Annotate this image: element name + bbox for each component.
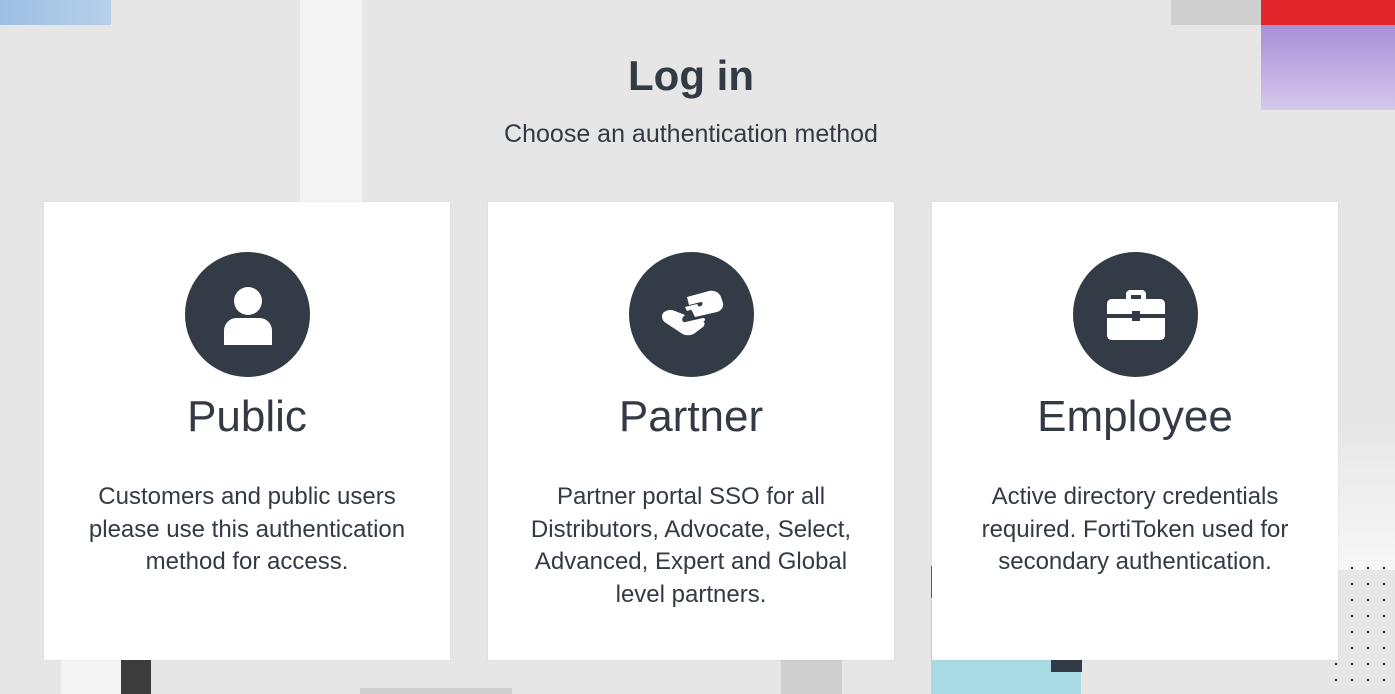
decorative-block [300, 0, 362, 202]
handshake-icon [629, 252, 754, 377]
decorative-block [0, 0, 111, 25]
decorative-dot-pattern [1328, 560, 1395, 694]
auth-option-description: Active directory credentials required. F… [981, 483, 1289, 575]
decorative-block [360, 688, 512, 694]
decorative-block [781, 660, 842, 694]
decorative-block [1261, 0, 1395, 25]
auth-option-public[interactable]: Public Customers and public users please… [44, 202, 450, 660]
auth-option-employee[interactable]: Employee Active directory credentials re… [932, 202, 1338, 660]
decorative-block [1171, 0, 1261, 25]
auth-option-title: Public [187, 392, 307, 441]
user-icon [185, 252, 310, 377]
decorative-block [61, 660, 121, 694]
decorative-block [1338, 420, 1395, 570]
page-title: Log in [628, 52, 754, 99]
page-subtitle: Choose an authentication method [504, 120, 878, 148]
decorative-block [121, 660, 151, 694]
auth-option-description: Customers and public users please use th… [88, 483, 406, 575]
briefcase-icon [1073, 252, 1198, 377]
auth-option-title: Partner [618, 392, 764, 441]
auth-option-title: Employee [1037, 392, 1233, 441]
auth-option-description: Partner portal SSO for all Distributors,… [530, 483, 852, 608]
auth-option-partner[interactable]: Partner Partner portal SSO for all Distr… [488, 202, 894, 660]
